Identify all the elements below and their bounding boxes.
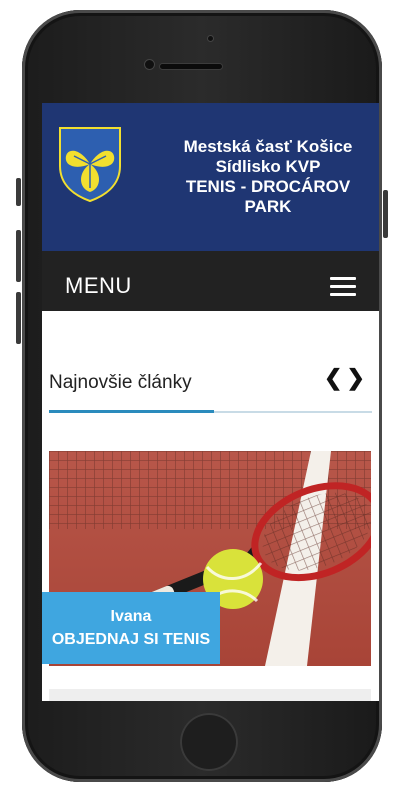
section-divider-accent — [49, 410, 214, 413]
site-title[interactable]: Mestská časť Košice Sídlisko KVP TENIS -… — [154, 137, 379, 217]
phone-screen: Mestská časť Košice Sídlisko KVP TENIS -… — [42, 103, 379, 701]
carousel-nav: ❮❯ — [324, 365, 369, 391]
site-title-line: Sídlisko KVP — [215, 157, 321, 176]
menu-label[interactable]: MENU — [65, 273, 132, 299]
phone-power-button — [383, 190, 388, 238]
chevron-right-icon[interactable]: ❯ — [346, 365, 368, 390]
phone-volume-down — [16, 292, 21, 344]
site-title-line: TENIS - DROCÁROV — [185, 177, 351, 196]
site-title-line: Mestská časť Košice — [183, 137, 353, 156]
chevron-left-icon[interactable]: ❮ — [324, 365, 346, 390]
site-header: Mestská časť Košice Sídlisko KVP TENIS -… — [42, 103, 379, 251]
phone-home-button — [180, 713, 238, 771]
order-tennis-button[interactable]: Ivana OBJEDNAJ SI TENIS — [42, 592, 220, 664]
cta-line-name: Ivana — [110, 608, 152, 625]
phone-speaker — [160, 64, 222, 69]
phone-volume-up — [16, 230, 21, 282]
site-title-line: PARK — [244, 197, 292, 216]
phone-camera — [208, 36, 213, 41]
phone-sensor — [145, 60, 154, 69]
coat-of-arms-icon — [59, 127, 121, 202]
phone-mute-switch — [16, 178, 21, 206]
next-article-card — [49, 689, 371, 701]
hamburger-icon[interactable] — [330, 277, 356, 297]
cta-line-action: OBJEDNAJ SI TENIS — [51, 631, 211, 648]
section-title: Najnovšie články — [49, 372, 192, 393]
